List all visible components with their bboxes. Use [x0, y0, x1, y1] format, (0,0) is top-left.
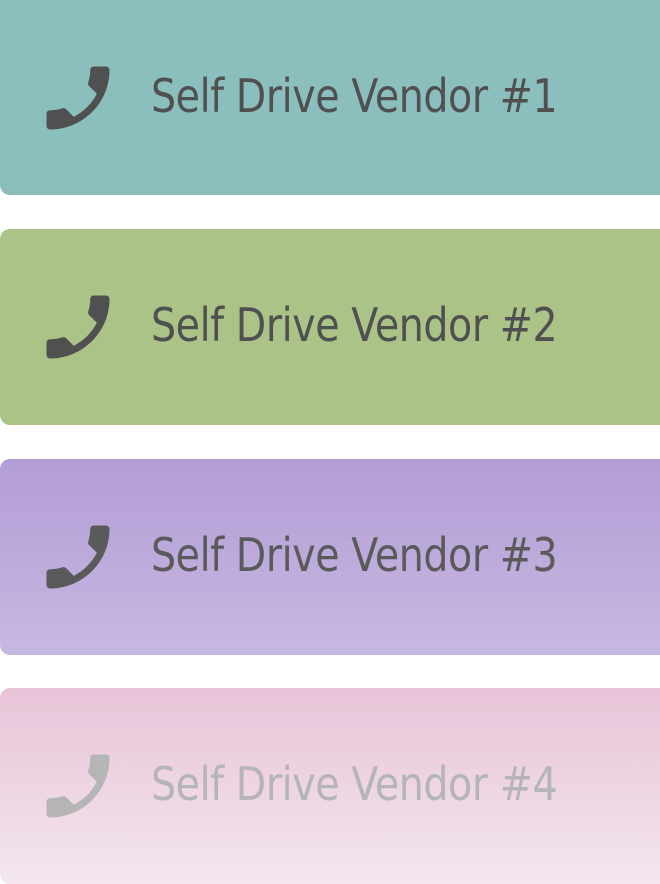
vendor-label: Self Drive Vendor #4: [151, 757, 558, 811]
vendor-label: Self Drive Vendor #2: [151, 298, 558, 352]
vendor-label: Self Drive Vendor #3: [151, 528, 558, 582]
phone-icon: [36, 515, 120, 599]
phone-icon: [36, 744, 120, 828]
vendor-card-2[interactable]: Self Drive Vendor #2: [0, 229, 660, 425]
phone-icon: [36, 56, 120, 140]
vendor-label: Self Drive Vendor #1: [151, 69, 558, 123]
vendor-card-4[interactable]: Self Drive Vendor #4: [0, 688, 660, 884]
vendor-card-3[interactable]: Self Drive Vendor #3: [0, 459, 660, 655]
vendor-card-1[interactable]: Self Drive Vendor #1: [0, 0, 660, 195]
vendor-list: Self Drive Vendor #1 Self Drive Vendor #…: [0, 0, 660, 884]
phone-icon: [36, 285, 120, 369]
